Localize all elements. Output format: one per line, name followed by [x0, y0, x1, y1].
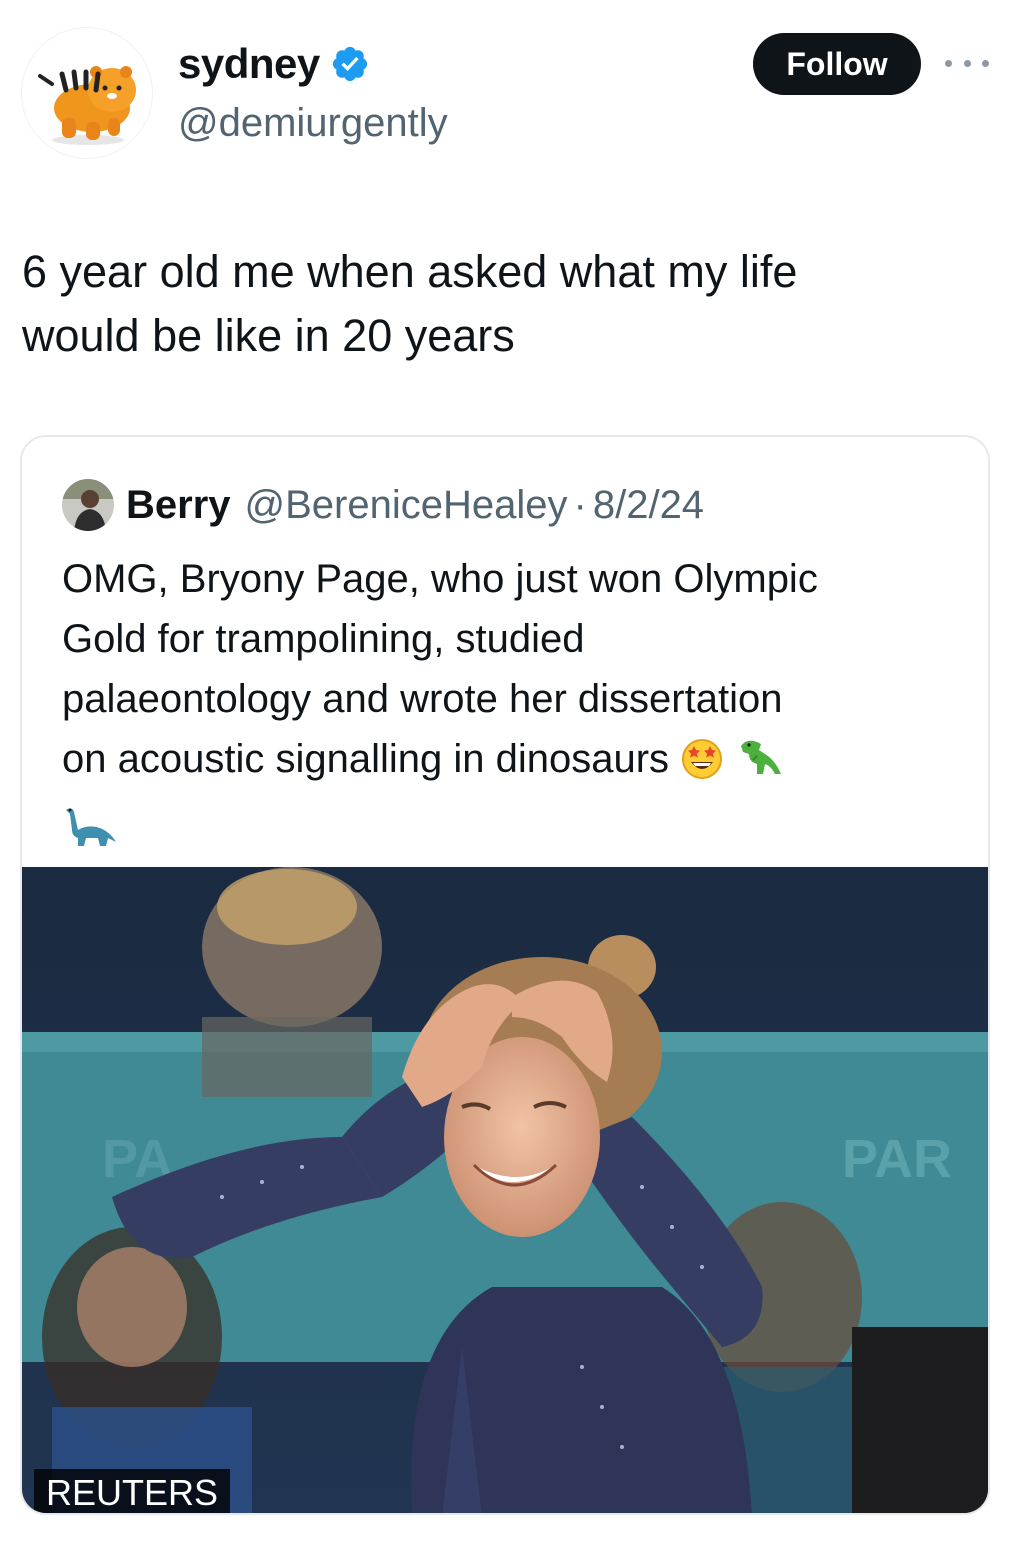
- tweet-text-line: would be like in 20 years: [22, 310, 515, 361]
- quoted-tweet-header: Berry @BereniceHealey · 8/2/24: [62, 477, 704, 533]
- photo-image: PAR PA: [22, 867, 988, 1513]
- tweet-text: 6 year old me when asked what my life wo…: [22, 240, 982, 368]
- dot: [945, 59, 952, 67]
- dot: [963, 59, 971, 67]
- star-struck-emoji: [679, 734, 725, 797]
- quoted-text-line: on acoustic signalling in dinosaurs: [62, 737, 670, 781]
- quoted-tweet-text: OMG, Bryony Page, who just won Olympic G…: [62, 549, 962, 865]
- quoted-author-avatar[interactable]: [62, 479, 114, 531]
- separator-dot: ·: [573, 482, 587, 527]
- tiger-plush-icon: [22, 28, 152, 158]
- verified-badge-icon: [332, 46, 367, 82]
- quoted-tweet-date[interactable]: 8/2/24: [593, 483, 704, 528]
- author-avatar[interactable]: [22, 28, 152, 158]
- ellipsis-icon[interactable]: [945, 48, 989, 78]
- quoted-text-line: palaeontology and wrote her dissertation: [62, 677, 783, 721]
- quoted-author-name[interactable]: Berry: [126, 483, 231, 528]
- gymnast-celebrating-photo[interactable]: PAR PA REUTERS: [22, 867, 988, 1513]
- quoted-emoji-line: [62, 797, 962, 865]
- quoted-text-line: OMG, Bryony Page, who just won Olympic: [62, 557, 818, 601]
- t-rex-emoji: [735, 734, 789, 797]
- quoted-author-handle[interactable]: @BereniceHealey: [245, 483, 568, 528]
- photo-credit: REUTERS: [34, 1469, 231, 1513]
- sauropod-emoji: [62, 804, 118, 865]
- tweet-text-line: 6 year old me when asked what my life: [22, 246, 798, 297]
- svg-text:PAR: PAR: [842, 1129, 952, 1189]
- person-avatar-icon: [62, 479, 114, 531]
- quoted-text-line-with-emoji: on acoustic signalling in dinosaurs: [62, 729, 962, 797]
- author-display-name[interactable]: sydney: [178, 38, 370, 90]
- quoted-text-line: Gold for trampolining, studied: [62, 617, 585, 661]
- display-name-text: sydney: [178, 40, 320, 87]
- quoted-tweet-card[interactable]: Berry @BereniceHealey · 8/2/24 OMG, Bryo…: [20, 435, 990, 1515]
- follow-button[interactable]: Follow: [753, 33, 921, 95]
- dot: [982, 59, 989, 67]
- author-handle[interactable]: @demiurgently: [178, 98, 448, 148]
